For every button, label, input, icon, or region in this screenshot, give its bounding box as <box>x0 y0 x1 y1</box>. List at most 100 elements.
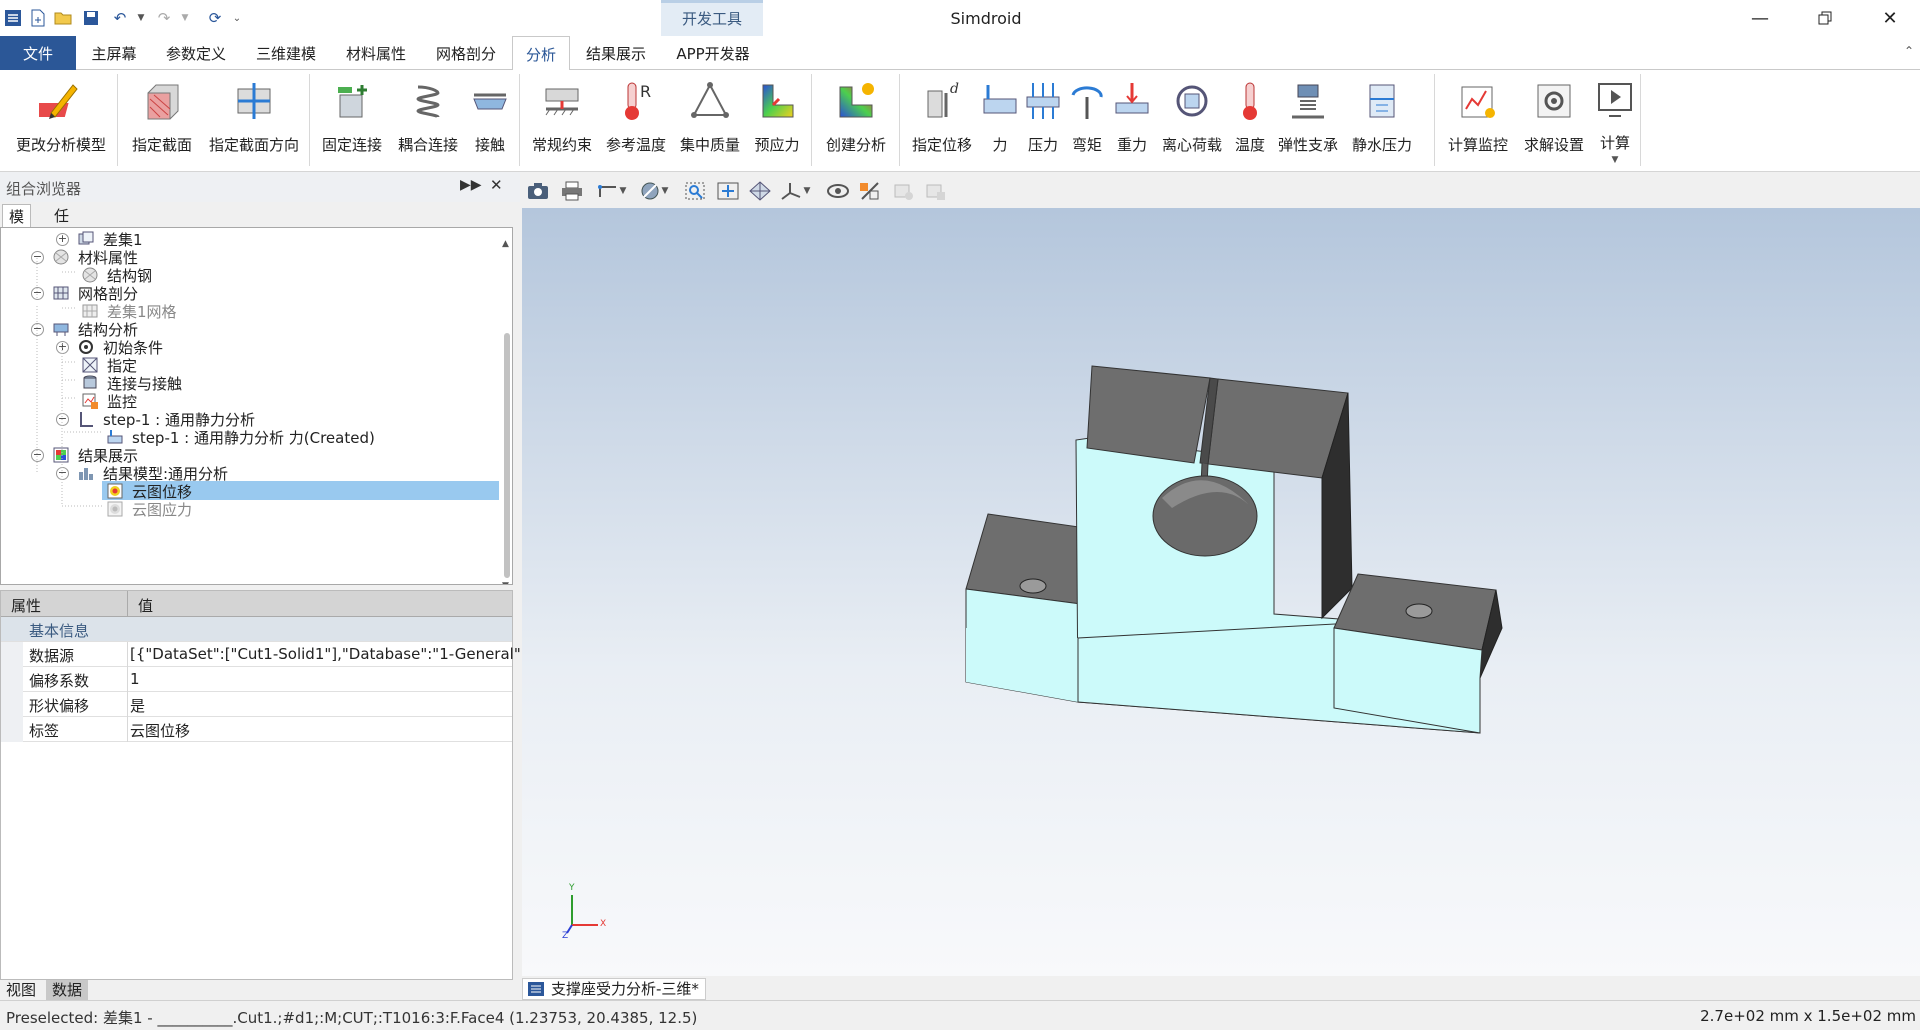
collapse-ribbon-icon[interactable]: ⌃ <box>1904 44 1914 58</box>
coupling-connection-button[interactable]: 耦合连接 <box>392 74 464 162</box>
compute-icon <box>1592 78 1638 122</box>
point-mass-button[interactable]: 集中质量 <box>674 74 746 162</box>
section-plane-icon[interactable] <box>856 178 884 204</box>
property-row-label[interactable]: 标签 云图位移 <box>1 717 512 742</box>
open-folder-icon[interactable] <box>52 7 74 29</box>
screenshot-icon[interactable] <box>524 178 552 204</box>
save-icon[interactable] <box>80 7 102 29</box>
tree-scrollbar[interactable]: ▲ ▼ <box>502 239 510 584</box>
print-icon[interactable] <box>558 178 586 204</box>
new-file-icon[interactable] <box>27 7 49 29</box>
general-constraint-button[interactable]: 常规约束 <box>526 74 598 162</box>
property-row-offset-factor[interactable]: 偏移系数 1 <box>1 667 512 692</box>
force-button[interactable]: 力 <box>980 74 1020 162</box>
scroll-down-icon[interactable]: ▼ <box>502 581 509 584</box>
contact-button[interactable]: 接触 <box>466 74 514 162</box>
assign-section-direction-button[interactable]: 指定截面方向 <box>204 74 304 162</box>
status-dimensions: 2.7e+02 mm x 1.5e+02 mm <box>1700 1007 1916 1025</box>
gravity-icon <box>1109 78 1155 124</box>
elastic-support-icon <box>1285 78 1331 124</box>
visibility-icon[interactable] <box>824 178 852 204</box>
mesh-view-icon[interactable] <box>922 178 950 204</box>
tab-meshing[interactable]: 网格剖分 <box>422 36 510 70</box>
left-bolt-hole[interactable] <box>1019 578 1047 594</box>
create-analysis-icon <box>833 78 879 124</box>
customize-quick-access-icon[interactable]: ⌄ <box>226 7 248 29</box>
tab-tasks[interactable]: 任务 <box>48 204 75 249</box>
tree-scroll-thumb[interactable] <box>504 333 510 578</box>
close-icon[interactable]: ✕ <box>1860 0 1920 36</box>
redo-icon[interactable]: ↷ <box>153 7 175 29</box>
moment-icon <box>1064 78 1110 124</box>
app-logo-icon <box>2 7 24 29</box>
property-row-shape-offset[interactable]: 形状偏移 是 <box>1 692 512 717</box>
measure-dropdown-icon[interactable]: ▼ <box>616 178 630 204</box>
fixed-connection-button[interactable]: 固定连接 <box>316 74 388 162</box>
document-tab-bar: 支撑座受力分析-三维* <box>522 976 1920 1000</box>
restore-icon[interactable] <box>1795 0 1855 36</box>
column-value: 值 <box>138 597 154 615</box>
assign-displacement-button[interactable]: d 指定位移 <box>906 74 978 162</box>
redo-dropdown-icon[interactable]: ▼ <box>174 7 196 29</box>
left-bottom-tabs: 视图 数据 <box>0 978 520 1000</box>
edit-model-button[interactable]: 更改分析模型 <box>10 74 112 162</box>
solver-settings-icon <box>1531 78 1577 124</box>
context-tab-dev-tools[interactable]: 开发工具 <box>661 0 763 36</box>
model-tree: + 差集1 − 材料属性 结构钢 − 网格剖分 差集1网格 − 结构分析 + 初… <box>0 227 513 585</box>
tab-parameters[interactable]: 参数定义 <box>152 36 240 70</box>
draw-style-dropdown-icon[interactable]: ▼ <box>658 178 672 204</box>
tab-data[interactable]: 数据 <box>46 980 89 1000</box>
isometric-view-icon[interactable] <box>746 178 774 204</box>
shape-view-icon[interactable] <box>890 178 918 204</box>
float-panel-icon[interactable]: ▶▶ <box>460 177 482 193</box>
minimize-icon[interactable]: — <box>1730 0 1790 36</box>
temperature-button[interactable]: 温度 <box>1230 74 1270 162</box>
right-bolt-hole[interactable] <box>1405 603 1433 619</box>
3d-viewport[interactable]: Y X Z <box>522 208 1920 976</box>
prestress-button[interactable]: 预应力 <box>748 74 806 162</box>
close-panel-icon[interactable]: ✕ <box>490 176 503 194</box>
undo-dropdown-icon[interactable]: ▼ <box>130 7 152 29</box>
support-bracket-model[interactable] <box>522 208 1920 976</box>
document-tab[interactable]: 支撑座受力分析-三维* <box>522 978 706 1000</box>
scroll-up-icon[interactable]: ▲ <box>502 239 509 249</box>
reference-temperature-icon: R <box>613 78 659 124</box>
left-upright-top-face[interactable] <box>1086 365 1211 464</box>
property-row-data-source[interactable]: 数据源 [{"DataSet":["Cut1-Solid1"],"Databas… <box>1 642 536 667</box>
compute-dropdown-icon[interactable]: ▼ <box>1612 155 1619 165</box>
tab-view[interactable]: 视图 <box>0 980 42 1000</box>
tab-file[interactable]: 文件 <box>0 36 76 70</box>
gravity-button[interactable]: 重力 <box>1110 74 1154 162</box>
tab-home[interactable]: 主屏幕 <box>78 36 150 70</box>
tab-materials[interactable]: 材料属性 <box>332 36 420 70</box>
centrifugal-load-button[interactable]: 离心荷载 <box>1156 74 1228 162</box>
axis-triad: Y X Z <box>562 883 622 943</box>
pressure-button[interactable]: 压力 <box>1022 74 1064 162</box>
property-grid: 属性 值 基本信息 数据源 [{"DataSet":["Cut1-Solid1"… <box>0 590 536 980</box>
tab-results[interactable]: 结果展示 <box>572 36 660 70</box>
axis-view-dropdown-icon[interactable]: ▼ <box>800 178 814 204</box>
property-group-basic-info[interactable]: 基本信息 <box>1 617 512 642</box>
elastic-support-button[interactable]: 弹性支承 <box>1272 74 1344 162</box>
refresh-icon[interactable]: ⟳ <box>204 7 226 29</box>
tab-3d-modeling[interactable]: 三维建模 <box>242 36 330 70</box>
edit-model-icon <box>38 78 84 124</box>
zoom-box-icon[interactable] <box>682 178 710 204</box>
compute-monitor-button[interactable]: 计算监控 <box>1442 74 1514 162</box>
compute-button[interactable]: 计算 ▼ <box>1592 74 1638 165</box>
tab-analysis[interactable]: 分析 <box>512 36 570 71</box>
combo-browser-title: 组合浏览器 <box>6 180 82 198</box>
moment-button[interactable]: 弯矩 <box>1066 74 1108 162</box>
tab-model[interactable]: 模型 <box>2 204 32 250</box>
tree-guides <box>36 258 102 507</box>
reference-temperature-button[interactable]: R 参考温度 <box>600 74 672 162</box>
create-analysis-button[interactable]: 创建分析 <box>818 74 894 162</box>
solver-settings-button[interactable]: 求解设置 <box>1518 74 1590 162</box>
axis-x-label: X <box>600 919 607 929</box>
undo-icon[interactable]: ↶ <box>109 7 131 29</box>
hydrostatic-pressure-button[interactable]: 静水压力 <box>1346 74 1418 162</box>
tree-item-step-1-force[interactable]: step-1 : 通用静力分析 力(Created) <box>106 426 377 448</box>
tab-app-developer[interactable]: APP开发器 <box>662 36 764 70</box>
fit-all-icon[interactable] <box>714 178 742 204</box>
assign-section-button[interactable]: 指定截面 <box>124 74 200 162</box>
